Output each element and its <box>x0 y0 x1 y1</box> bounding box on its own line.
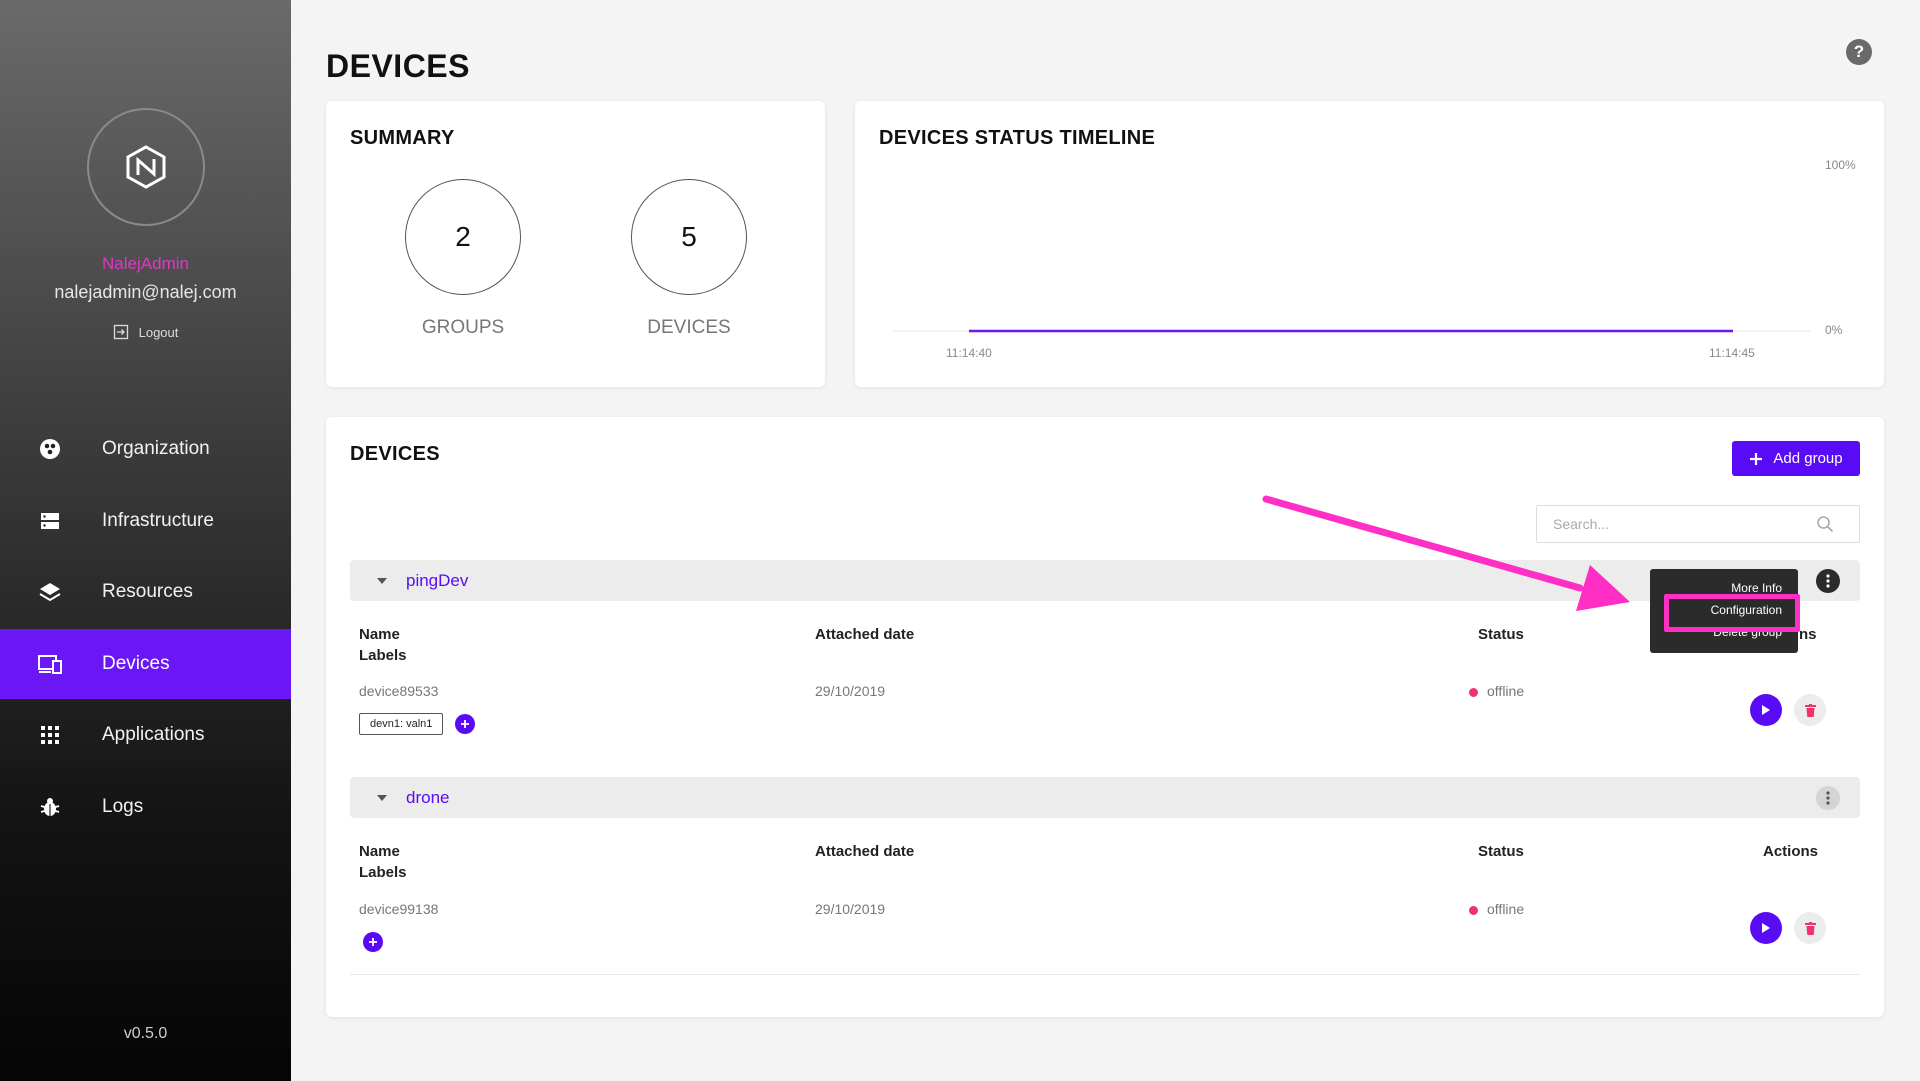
sidebar-item-applications[interactable]: Applications <box>0 700 291 770</box>
sidebar-item-logs[interactable]: Logs <box>0 772 291 842</box>
plus-icon <box>461 720 469 728</box>
more-vertical-icon <box>1826 791 1830 805</box>
infrastructure-icon <box>38 509 62 533</box>
devices-title: DEVICES <box>350 443 440 465</box>
add-label-button[interactable] <box>455 714 475 734</box>
sidebar-item-label: Organization <box>102 438 210 459</box>
logs-icon <box>38 795 62 819</box>
sidebar-item-label: Infrastructure <box>102 509 214 531</box>
user-name: NalejAdmin <box>102 254 189 273</box>
device-status-label: offline <box>1487 901 1525 917</box>
play-icon <box>1762 705 1770 715</box>
app-version: v0.5.0 <box>123 1025 168 1042</box>
groups-count: 2 <box>405 179 521 295</box>
device-status: offline <box>1469 901 1524 917</box>
device-play-button[interactable] <box>1750 694 1782 726</box>
devices-icon <box>38 652 62 676</box>
column-header-actions: Actions <box>1763 843 1819 860</box>
sidebar-item-label: Logs <box>102 795 144 817</box>
user-email: nalejadmin@nalej.com <box>54 282 237 302</box>
group-menu-button[interactable] <box>1816 569 1840 593</box>
annotation-highlight-box <box>1664 594 1800 632</box>
status-offline-icon <box>1469 687 1478 697</box>
group-menu-button[interactable] <box>1816 786 1840 810</box>
device-attached-date: 29/10/2019 <box>815 683 886 699</box>
sidebar-item-resources[interactable]: Resources <box>0 557 291 627</box>
menu-item-more-info[interactable]: More Info <box>1731 581 1782 595</box>
help-icon[interactable]: ? <box>1846 39 1872 65</box>
sidebar-item-label: Resources <box>102 581 193 602</box>
device-name: device99138 <box>359 901 439 917</box>
group-header-pingdev[interactable]: pingDev <box>350 560 1860 601</box>
chevron-down-icon <box>377 794 387 801</box>
resources-icon <box>38 580 62 604</box>
column-header-labels: Labels <box>359 647 407 664</box>
devices-label: DEVICES <box>647 317 731 338</box>
device-delete-button[interactable] <box>1794 694 1826 726</box>
column-header-status: Status <box>1478 626 1524 643</box>
sidebar-nav: Organization Infrastructure Resources De… <box>0 414 291 843</box>
column-header-attached-date: Attached date <box>815 626 915 643</box>
timeline-x-start: 11:14:40 <box>946 346 992 360</box>
logout-icon <box>113 324 128 340</box>
sidebar: NalejAdmin nalejadmin@nalej.com Logout O… <box>0 0 291 1081</box>
nalej-logo-icon <box>126 145 166 189</box>
device-delete-button[interactable] <box>1794 912 1826 944</box>
timeline-plot <box>893 329 1810 333</box>
logout-label: Logout <box>138 324 179 340</box>
device-status: offline <box>1469 683 1524 699</box>
column-header-name: Name <box>359 626 400 643</box>
timeline-x-end: 11:14:45 <box>1709 346 1755 360</box>
sidebar-item-infrastructure[interactable]: Infrastructure <box>0 486 291 556</box>
chevron-down-icon <box>377 577 387 584</box>
plus-icon <box>369 938 377 946</box>
applications-icon <box>38 723 62 747</box>
column-header-status: Status <box>1478 843 1524 860</box>
status-offline-icon <box>1469 905 1478 915</box>
group-header-drone[interactable]: drone <box>350 777 1860 818</box>
more-vertical-icon <box>1826 574 1830 588</box>
add-label-button[interactable] <box>363 932 383 952</box>
group-name: drone <box>406 787 450 807</box>
logo <box>87 108 205 226</box>
device-status-label: offline <box>1487 683 1525 699</box>
sidebar-item-label: Devices <box>102 652 170 674</box>
divider <box>350 974 1860 975</box>
group-name: pingDev <box>406 570 469 590</box>
search-icon <box>1817 516 1834 533</box>
trash-icon <box>1804 703 1816 717</box>
summary-card: SUMMARY 2 GROUPS 5 DEVICES <box>326 101 825 387</box>
groups-label: GROUPS <box>421 317 505 338</box>
status-timeline-card: DEVICES STATUS TIMELINE 100% 0% 11:14:40… <box>855 101 1884 387</box>
sidebar-item-organization[interactable]: Organization <box>0 414 291 484</box>
device-attached-date: 29/10/2019 <box>815 901 886 917</box>
add-group-label: Add group <box>1773 450 1843 467</box>
add-group-button[interactable]: Add group <box>1732 441 1860 476</box>
organization-icon <box>38 437 62 461</box>
search-input[interactable] <box>1536 505 1860 543</box>
trash-icon <box>1804 921 1816 935</box>
device-label-chip[interactable]: devn1: valn1 <box>359 713 444 735</box>
column-header-name: Name <box>359 843 400 860</box>
plus-icon <box>1750 452 1763 465</box>
logout-button[interactable]: Logout <box>0 324 291 340</box>
devices-count: 5 <box>631 179 747 295</box>
play-icon <box>1762 923 1770 933</box>
devices-card: DEVICES Add group pingDev Name Labels At… <box>326 417 1884 1017</box>
device-play-button[interactable] <box>1750 912 1782 944</box>
column-header-actions-partial: ns <box>1799 626 1817 643</box>
sidebar-item-label: Applications <box>102 724 205 745</box>
column-header-labels: Labels <box>359 864 407 881</box>
sidebar-item-devices[interactable]: Devices <box>0 628 291 699</box>
page-title: DEVICES <box>326 48 470 84</box>
column-header-attached-date: Attached date <box>815 843 915 860</box>
device-name: device89533 <box>359 683 439 699</box>
summary-title: SUMMARY <box>350 127 455 149</box>
